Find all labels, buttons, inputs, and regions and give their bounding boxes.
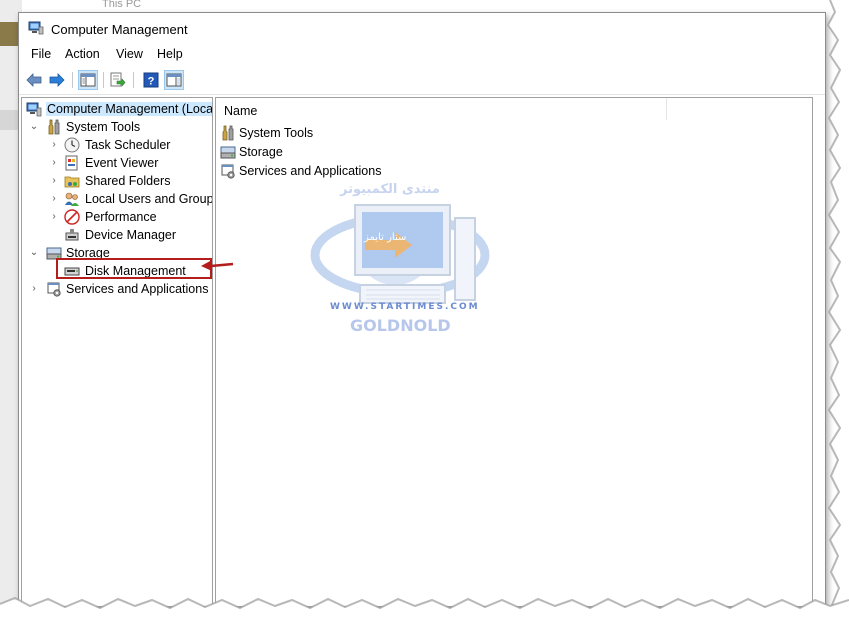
performance-icon [64,209,80,225]
console-tree[interactable]: Computer Management (Local ⌄ System Tool… [21,97,213,607]
chevron-right-icon[interactable]: › [49,175,59,187]
menu-view[interactable]: View [116,47,143,61]
system-tools-icon [48,119,60,135]
system-tools-icon [222,125,234,141]
menu-bar: File Action View Help [19,45,825,65]
chevron-right-icon[interactable]: › [49,193,59,205]
list-item-label: System Tools [239,126,314,140]
help-icon: ? [143,72,159,88]
menu-file[interactable]: File [31,47,51,61]
back-arrow-icon [26,73,42,87]
chevron-right-icon[interactable]: › [49,211,59,223]
toolbar: ? [19,68,825,92]
computer-management-app-icon [28,21,44,35]
export-list-icon [110,72,126,87]
menu-action[interactable]: Action [65,47,100,61]
help-button[interactable]: ? [141,70,161,90]
tree-item-label: Device Manager [85,228,177,242]
toolbar-separator [72,72,73,88]
svg-text:?: ? [148,76,155,88]
column-header-label: Name [224,104,258,118]
chevron-right-icon[interactable]: › [29,283,39,295]
users-group-icon [65,192,79,206]
forward-button[interactable] [47,70,67,90]
column-header-name[interactable]: Name [216,98,667,120]
show-hide-console-tree-icon [80,73,96,87]
services-applications-icon [221,164,235,179]
background-title-fragment: This PC [22,0,342,12]
toolbar-separator [133,72,134,88]
annotation-arrow-icon [201,260,234,271]
watermark-badge-text: ستار تايمز [364,232,407,243]
computer-management-icon [26,102,42,117]
tree-item-label: Services and Applications [66,282,209,296]
services-applications-icon [47,282,61,297]
list-item-label: Storage [239,145,283,159]
tree-item-label: Event Viewer [85,156,159,170]
tree-item-label: System Tools [66,120,141,134]
tree-item-label: Computer Management (Local [46,102,212,116]
storage-icon [220,146,236,159]
back-button[interactable] [24,70,44,90]
export-list-button[interactable] [108,70,128,90]
title-bar[interactable]: Computer Management [19,13,825,44]
window-title: Computer Management [51,22,188,37]
tree-item-system-tools[interactable]: ⌄ System Tools [22,118,212,136]
watermark-domain-text: WWW.STARTIMES.COM [330,302,480,312]
chevron-down-icon[interactable]: ⌄ [29,247,39,259]
tree-item-device-manager[interactable]: Device Manager [22,226,212,244]
torn-edge-right [826,0,849,626]
tree-item-event-viewer[interactable]: › Event Viewer [22,154,212,172]
toolbar-separator [103,72,104,88]
torn-edge-bottom [0,596,849,626]
tree-item-computer-management[interactable]: Computer Management (Local [22,100,212,118]
show-hide-action-pane-button[interactable] [164,70,184,90]
chevron-down-icon[interactable]: ⌄ [29,121,39,133]
background-window-tab-text: This PC [102,0,142,10]
chevron-right-icon[interactable]: › [49,157,59,169]
device-manager-icon [65,229,79,241]
tree-item-label: Performance [85,210,157,224]
chevron-right-icon[interactable]: › [49,139,59,151]
tree-item-label: Local Users and Groups [85,192,213,206]
show-hide-action-pane-icon [166,73,182,87]
watermark-arabic-text: منتدى الكمبيوتر [340,182,440,197]
tree-item-label: Shared Folders [85,174,171,188]
event-viewer-icon [65,155,78,171]
tree-item-local-users-and-groups[interactable]: › Local Users and Groups [22,190,212,208]
menu-help[interactable]: Help [157,47,183,61]
tree-item-shared-folders[interactable]: › Shared Folders [22,172,212,190]
clock-icon [64,137,80,153]
toolbar-divider [19,94,825,95]
show-hide-console-tree-button[interactable] [78,70,98,90]
tree-item-performance[interactable]: › Performance [22,208,212,226]
tree-item-label: Task Scheduler [85,138,171,152]
forward-arrow-icon [49,73,65,87]
tree-item-services-and-applications[interactable]: › Services and Applications [22,280,212,298]
disk-management-highlight-box [56,258,212,279]
shared-folder-icon [64,176,80,188]
watermark-brand-text: GOLDNOLD [350,316,451,335]
tree-item-task-scheduler[interactable]: › Task Scheduler [22,136,212,154]
